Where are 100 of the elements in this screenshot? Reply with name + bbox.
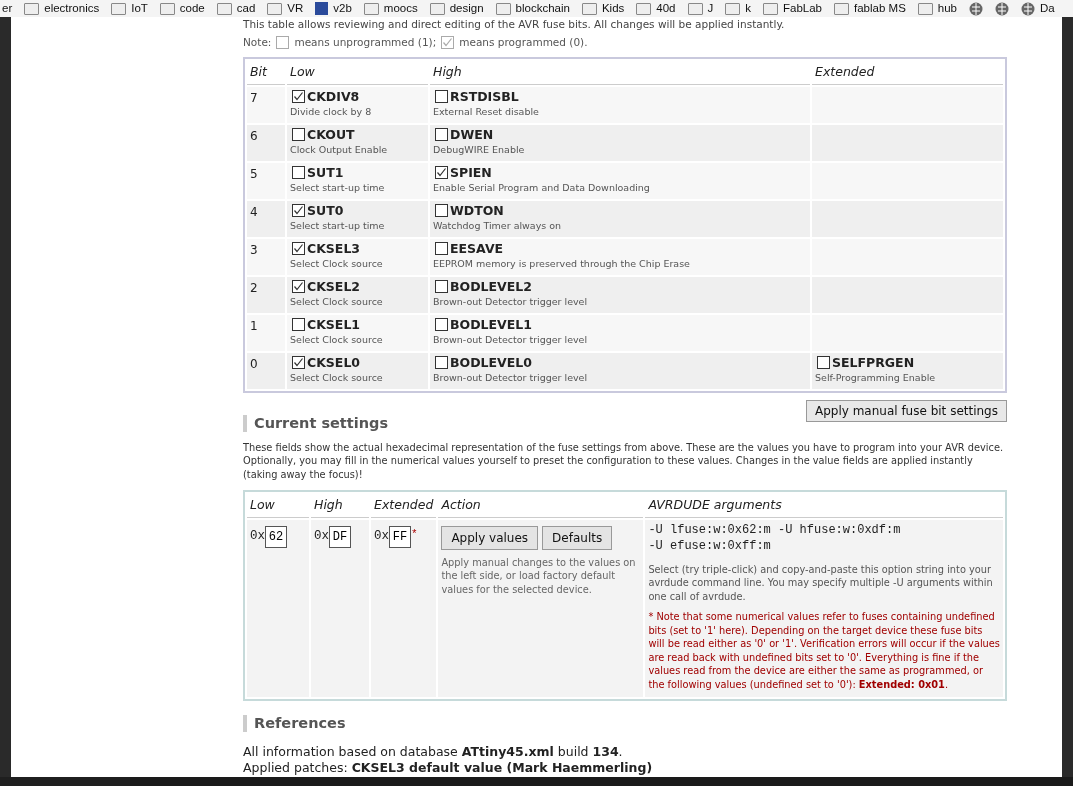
fuse-name: RSTDISBL (450, 88, 519, 105)
description-text: These fields show the actual hexadecimal representation of the fuse settings from above. These are the values you have to program into your AVR device. Optionally, you may fill in the numerical values yourself to preset the configuration to these values. Changes in the value fields are applied instantly (taking away the focus)! (243, 440, 1005, 481)
action-button[interactable]: Defaults (542, 525, 613, 550)
bit-number: 7 (250, 90, 258, 105)
column-header: AVRDUDE arguments (645, 494, 1003, 518)
fuse-name: CKDIV8 (307, 88, 360, 105)
bookmark-label[interactable]: k (745, 0, 751, 17)
checkbox[interactable] (435, 318, 448, 331)
help-text: Apply manual changes to the values on the left side, or load factory default values for the selected device. (441, 555, 637, 597)
fuse-name: SUT1 (307, 164, 344, 181)
checkbox[interactable] (276, 36, 290, 50)
fuse-name: WDTON (450, 202, 504, 219)
site-icon (315, 2, 329, 15)
hex-prefix: 0x (250, 528, 265, 546)
fuse-name: CKOUT (307, 126, 355, 143)
fuse-description: Select start-up time (290, 180, 386, 194)
hex-prefix: 0x (374, 528, 389, 546)
checkbox[interactable] (435, 90, 448, 103)
note-label: Note: (243, 35, 272, 50)
checkbox[interactable] (435, 128, 448, 141)
checkbox[interactable] (292, 204, 305, 217)
checkbox[interactable] (435, 280, 448, 293)
fuse-description: EEPROM memory is preserved through the Chip Erase (433, 256, 691, 270)
checkbox[interactable] (817, 356, 830, 369)
bookmark-label[interactable]: moocs (383, 0, 418, 17)
fuse-name: BODLEVEL1 (450, 316, 532, 333)
checkbox[interactable] (292, 166, 305, 179)
bit-number: 3 (250, 242, 258, 257)
column-header: High (311, 494, 369, 518)
fuse-name: SUT0 (307, 202, 344, 219)
checkbox[interactable] (435, 166, 448, 179)
fuse-description: Select Clock source (290, 294, 384, 308)
bookmark-label[interactable]: 40d (656, 0, 676, 17)
note-text: means unprogrammed (1); (294, 35, 437, 50)
bit-number: 4 (250, 204, 258, 219)
bookmark-label[interactable]: hub (937, 0, 957, 17)
bookmark-label[interactable]: Kids (601, 0, 625, 17)
checkbox[interactable] (292, 128, 305, 141)
bookmark-label[interactable]: FabLab (783, 0, 823, 17)
fuse-name: SELFPRGEN (832, 354, 915, 371)
column-header: Low (287, 60, 428, 85)
fuse-name: BODLEVEL2 (450, 278, 532, 295)
fuse-description: Brown-out Detector trigger level (433, 294, 589, 308)
fuse-name: DWEN (450, 126, 494, 143)
help-text: Select (try triple-click) and copy-and-paste this option string into your avrdude command line. You may specify multiple -U arguments within one call of avrdude. (648, 562, 994, 604)
checkbox[interactable] (292, 90, 305, 103)
fuse-name: CKSEL3 (307, 240, 361, 257)
checkbox[interactable] (292, 318, 305, 331)
checkbox[interactable] (292, 280, 305, 293)
bookmark-label[interactable]: fablab MS (854, 0, 906, 17)
bookmark-label[interactable]: J (707, 0, 714, 17)
fuse-name: CKSEL0 (307, 354, 361, 371)
column-header: Low (247, 494, 309, 518)
fuse-description: Select Clock source (290, 370, 384, 384)
column-header: Action (438, 494, 644, 518)
fuse-name: EESAVE (450, 240, 504, 257)
checkbox[interactable] (441, 36, 455, 50)
fuse-description: Self-Programming Enable (815, 370, 937, 384)
hex-input[interactable]: DF (329, 525, 351, 548)
checkbox[interactable] (435, 356, 448, 369)
bookmark-label[interactable]: er (2, 0, 13, 17)
fuse-description: Watchdog Timer always on (433, 218, 563, 232)
checkbox[interactable] (292, 356, 305, 369)
bookmark-label[interactable]: cad (236, 0, 256, 17)
intro-text: This table allows reviewing and direct editing of the AVR fuse bits. All changes will be applied instantly. (243, 17, 786, 31)
bookmark-label[interactable]: electronics (44, 0, 100, 17)
bookmark-label[interactable]: blockchain (515, 0, 570, 17)
bit-number: 6 (250, 128, 258, 143)
section-heading: References (243, 715, 1007, 733)
fuse-description: Divide clock by 8 (290, 104, 373, 118)
checkbox[interactable] (435, 242, 448, 255)
note-text: means programmed (0). (459, 35, 588, 50)
footnote-mark: * (411, 526, 418, 542)
checkbox[interactable] (292, 242, 305, 255)
action-button[interactable]: Apply values (441, 525, 539, 550)
footnote-text: * Note that some numerical values refer to fuses containing undefined bits (set to '1' here). Depending on the target device these fuse bits will be read either as '0' or '1'. Verification errors will occur if the values are read back with undefined bits set to '0'. Everything is fine if the values read from the device are either the same as programmed, or the following values (undefined set to '0'): Extended: 0x01. (648, 610, 1000, 692)
fuse-description: Brown-out Detector trigger level (433, 370, 589, 384)
fuse-name: SPIEN (450, 164, 492, 181)
bit-number: 5 (250, 166, 258, 181)
bit-number: 2 (250, 280, 258, 295)
bookmark-label[interactable]: v2b (333, 0, 352, 17)
fuse-description: Select Clock source (290, 256, 384, 270)
fuse-name: CKSEL2 (307, 278, 361, 295)
fuse-description: Clock Output Enable (290, 142, 389, 156)
bit-number: 1 (250, 318, 258, 333)
bookmark-label[interactable]: IoT (131, 0, 148, 17)
bookmark-label[interactable]: VR (287, 0, 304, 17)
bookmark-label[interactable]: Da (1040, 0, 1055, 17)
bookmark-label[interactable]: code (179, 0, 205, 17)
bookmark-label[interactable]: design (449, 0, 484, 17)
reference-text: All information based on database ATtiny45.xml build 134. (243, 744, 624, 761)
fuse-name: CKSEL1 (307, 316, 361, 333)
column-header: High (430, 60, 810, 85)
fuse-description: External Reset disable (433, 104, 540, 118)
checkbox[interactable] (435, 204, 448, 217)
hex-input[interactable]: 62 (265, 525, 287, 548)
column-header: Extended (812, 60, 1003, 85)
bit-number: 0 (250, 356, 258, 371)
column-header: Bit (247, 60, 285, 85)
hex-input[interactable]: FF (389, 525, 411, 548)
